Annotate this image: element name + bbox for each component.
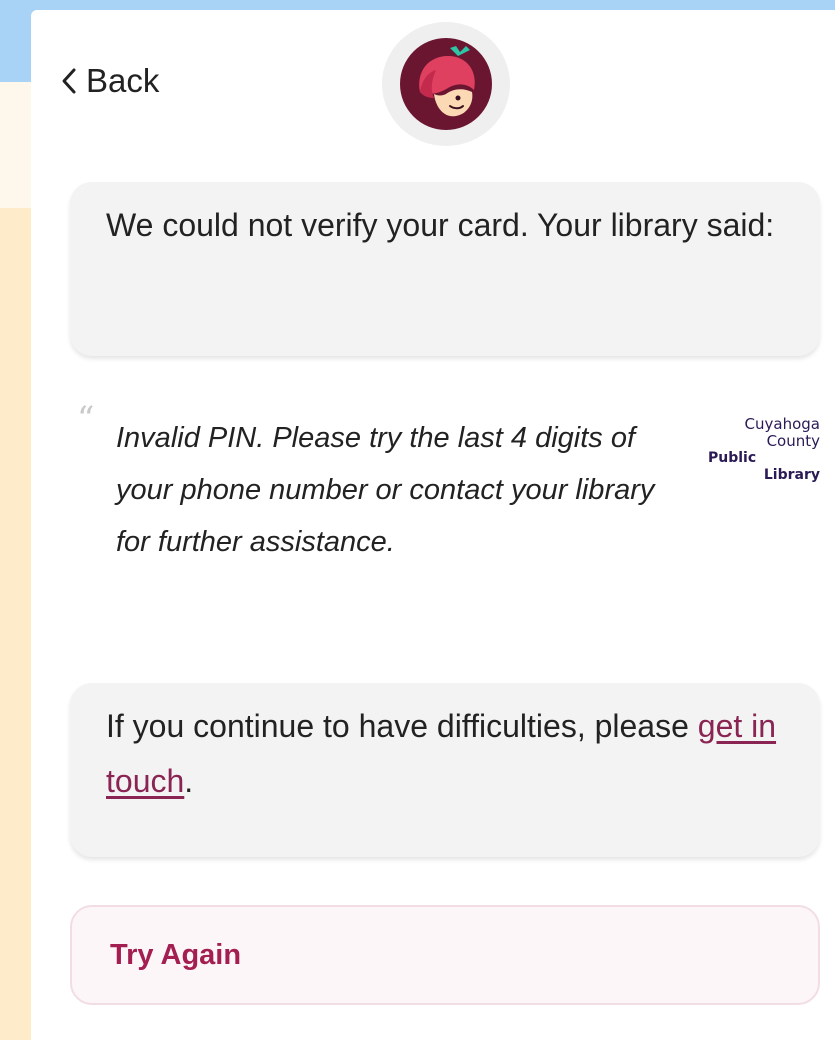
libby-logo-icon: [400, 38, 492, 130]
help-text: If you continue to have difficulties, pl…: [106, 708, 689, 744]
help-text-end: .: [184, 763, 194, 799]
try-again-button[interactable]: Try Again: [70, 905, 820, 1005]
library-logo-line: County: [766, 432, 820, 450]
error-message-card: We could not verify your card. Your libr…: [70, 182, 820, 356]
app-avatar: [382, 22, 510, 146]
library-logo-line: Public: [708, 450, 757, 466]
library-logo-line: Library: [763, 467, 820, 483]
try-again-label: Try Again: [110, 938, 242, 971]
chevron-left-icon: [62, 68, 76, 94]
library-logo: Cuyahoga County Public Library: [706, 416, 820, 484]
back-button[interactable]: Back: [58, 62, 159, 100]
library-logo-line: Cuyahoga: [744, 415, 820, 433]
help-card: If you continue to have difficulties, pl…: [70, 683, 820, 857]
library-response-quote: Invalid PIN. Please try the last 4 digit…: [116, 422, 655, 558]
back-button-label: Back: [86, 62, 160, 99]
error-message-text: We could not verify your card. Your libr…: [106, 207, 775, 243]
quote-mark-icon: “: [77, 399, 95, 439]
